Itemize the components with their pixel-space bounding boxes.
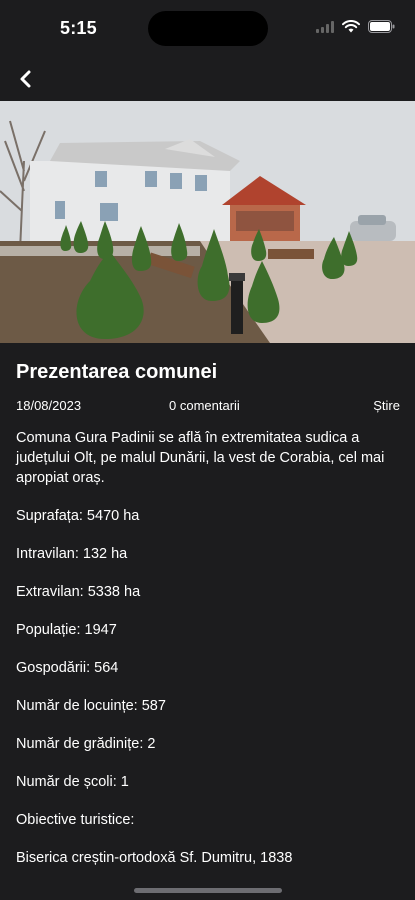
article-title: Prezentarea comunei — [16, 361, 218, 383]
comments-count[interactable]: 0 comentarii — [169, 398, 240, 413]
article-date: 18/08/2023 — [16, 398, 82, 413]
chevron-left-icon — [20, 70, 31, 88]
status-icons — [316, 20, 395, 33]
fact-surface: Suprafața: 5470 ha — [16, 508, 140, 524]
battery-icon — [368, 20, 395, 33]
article-meta: 18/08/2023 0 comentarii Știre — [16, 398, 400, 418]
article: Prezentarea comunei 18/08/2023 0 comenta… — [16, 343, 400, 868]
fact-extravilan: Extravilan: 5338 ha — [16, 584, 141, 600]
fact-intravilan: Intravilan: 132 ha — [16, 546, 128, 562]
signal-icon — [316, 20, 334, 33]
article-intro: Comuna Gura Padinii se află în extremita… — [16, 430, 385, 486]
fact-population: Populație: 1947 — [16, 622, 117, 638]
fact-dwellings: Număr de locuințe: 587 — [16, 698, 166, 714]
nav-bar — [0, 56, 415, 100]
back-button[interactable] — [12, 64, 42, 94]
fact-schools: Număr de școli: 1 — [16, 774, 129, 790]
hero-image — [0, 101, 415, 343]
fact-households: Gospodării: 564 — [16, 660, 119, 676]
fact-tourist-heading: Obiective turistice: — [16, 812, 135, 828]
status-time: 5:15 — [60, 18, 97, 38]
wifi-icon — [342, 20, 360, 33]
home-indicator[interactable] — [134, 888, 282, 893]
fact-church: Biserica creștin-ortodoxă Sf. Dumitru, 1… — [16, 850, 293, 866]
dynamic-island — [148, 11, 268, 46]
category-label: Știre — [373, 398, 400, 413]
fact-kindergartens: Număr de grădinițe: 2 — [16, 736, 156, 752]
status-bar: 5:15 — [0, 0, 415, 56]
